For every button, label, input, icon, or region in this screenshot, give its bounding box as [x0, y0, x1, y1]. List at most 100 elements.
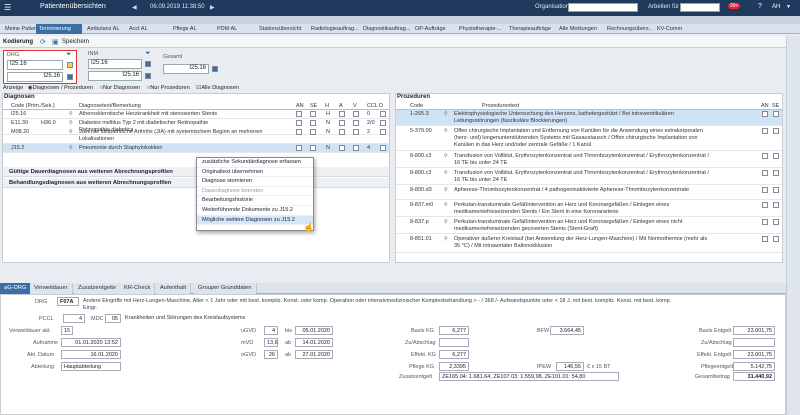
- user-avatar[interactable]: AH: [772, 4, 780, 10]
- search-icon[interactable]: ⚲: [444, 187, 448, 193]
- ab2-value[interactable]: 27.01.2020: [295, 350, 333, 359]
- tab-9[interactable]: OP-Aufträge: [412, 24, 454, 34]
- basis-kg-value[interactable]: 6,277: [439, 326, 469, 335]
- context-menu-item[interactable]: Diagnose stornieren: [197, 177, 313, 187]
- bottom-tab-3[interactable]: KR-Check: [120, 283, 156, 294]
- tab-6[interactable]: Stationsübersicht: [256, 24, 306, 34]
- diag-checkbox[interactable]: [353, 145, 359, 151]
- refresh-icon[interactable]: ⟳: [40, 38, 46, 46]
- search-icon[interactable]: ⚲: [444, 170, 448, 176]
- inm-value-1[interactable]: I25.16: [88, 59, 142, 69]
- diag-checkbox[interactable]: [310, 111, 316, 117]
- diag-checkbox[interactable]: [296, 129, 302, 135]
- proc-an-checkbox[interactable]: [762, 202, 768, 208]
- gesamt-check[interactable]: [212, 66, 218, 72]
- proc-an-checkbox[interactable]: [762, 111, 768, 117]
- tab-11[interactable]: Therapieaufträge: [506, 24, 554, 34]
- bottom-tab-1[interactable]: Verweildauer: [30, 283, 73, 294]
- table-row[interactable]: 5-379.00 ⚲ Offen chirurgische Implantation…: [396, 127, 782, 151]
- org-select[interactable]: [568, 3, 638, 12]
- table-row[interactable]: I25.16 ⚲ Atherosklerotische Herzkrankheit …: [3, 110, 389, 119]
- user-menu-icon[interactable]: ▼: [786, 4, 791, 10]
- diag-checkbox[interactable]: [339, 129, 345, 135]
- bottom-tab-4[interactable]: Aufenthalt: [156, 283, 192, 294]
- pccl-value[interactable]: 4: [63, 314, 85, 323]
- search-icon[interactable]: ⚲: [444, 236, 448, 242]
- proc-an-checkbox[interactable]: [762, 236, 768, 242]
- diag-d-checkbox[interactable]: [380, 129, 386, 135]
- tab-7[interactable]: Radiologieauftrag...: [308, 24, 358, 34]
- diag-checkbox[interactable]: [296, 111, 302, 117]
- save-button[interactable]: Speichern: [62, 39, 89, 45]
- effekt-kg-value[interactable]: 6,277: [439, 350, 469, 359]
- verweil-value[interactable]: 15: [61, 326, 73, 335]
- context-menu-item[interactable]: Bearbeitungshistorie: [197, 196, 313, 206]
- table-row[interactable]: 8-837.m0 ⚲ Perkutan-transluminale Gefäßint…: [396, 201, 782, 217]
- search-icon[interactable]: ⚲: [444, 219, 448, 225]
- gesamt-value[interactable]: 31.440,92: [733, 372, 775, 381]
- diag-checkbox[interactable]: [353, 120, 359, 126]
- menu-icon[interactable]: ☰: [4, 3, 11, 12]
- tab-4[interactable]: Pflege AL: [170, 24, 212, 34]
- mdc-value[interactable]: 05: [105, 314, 121, 323]
- filter-icon[interactable]: ⏷: [145, 50, 151, 58]
- inm-check-2[interactable]: [145, 73, 151, 79]
- pflege-entgelt-value[interactable]: 5.142,75: [733, 362, 775, 371]
- proc-se-checkbox[interactable]: [773, 202, 779, 208]
- table-row[interactable]: 8-800.c3 ⚲ Transfusion von Vollblut, Eryth…: [396, 169, 782, 185]
- diag-checkbox[interactable]: [339, 120, 345, 126]
- tab-5[interactable]: PDM AL: [214, 24, 254, 34]
- akt-datum-value[interactable]: 16.01.2020: [61, 350, 121, 359]
- drg-check-2[interactable]: [67, 74, 73, 80]
- drg-value-1[interactable]: I25.16: [7, 60, 63, 70]
- proc-se-checkbox[interactable]: [773, 170, 779, 176]
- drg-code[interactable]: F07A: [57, 297, 79, 306]
- save-icon[interactable]: ▣: [52, 38, 59, 46]
- context-menu-item[interactable]: Originaltext übernehmen: [197, 168, 313, 178]
- tab-2[interactable]: Ambulanz AL: [84, 24, 124, 34]
- table-row[interactable]: 8-837.p ⚲ Perkutan-transluminale Gefäßinte…: [396, 218, 782, 234]
- search-icon[interactable]: ⚲: [444, 128, 448, 134]
- drg-value-2[interactable]: I25.16: [7, 72, 63, 82]
- diag-checkbox[interactable]: [353, 129, 359, 135]
- diag-checkbox[interactable]: [310, 145, 316, 151]
- diag-checkbox[interactable]: [296, 120, 302, 126]
- bottom-tab-2[interactable]: Zusatzentgelte: [74, 283, 122, 294]
- proc-an-checkbox[interactable]: [762, 187, 768, 193]
- inm-check-1[interactable]: [145, 61, 151, 67]
- tab-14[interactable]: KV-Comm: [654, 24, 688, 34]
- ab-value[interactable]: 14.01.2020: [295, 338, 333, 347]
- ogvd-value[interactable]: 26: [264, 350, 278, 359]
- search-icon[interactable]: ⚲: [444, 202, 448, 208]
- bottom-tab-0[interactable]: aG-DRG: [0, 283, 32, 294]
- proc-an-checkbox[interactable]: [762, 153, 768, 159]
- context-menu-item[interactable]: Mögliche weitere Diagnosen zu J15.2: [197, 215, 313, 226]
- proc-an-checkbox[interactable]: [762, 128, 768, 134]
- tab-3[interactable]: Acct AL: [126, 24, 168, 34]
- drg-check-1[interactable]: [67, 62, 73, 68]
- gesamt-value[interactable]: I25.16: [163, 64, 209, 74]
- diag-checkbox[interactable]: [310, 120, 316, 126]
- context-menu-item[interactable]: Weiterführende Dokumente zu J15.2: [197, 206, 313, 216]
- zusatz-value[interactable]: ZE165.04: 1.681,64, ZE107.03: 1.559,98, …: [439, 372, 619, 381]
- table-row[interactable]: 8-800.d3 ⚲ Apherese-Thrombozytenkonzentrat…: [396, 186, 782, 200]
- search-icon[interactable]: ⚲: [69, 145, 73, 151]
- tab-13[interactable]: Rechnungsübers...: [604, 24, 652, 34]
- mvd-value[interactable]: 13,6: [264, 338, 278, 347]
- pflege-kg-value[interactable]: 2,3395: [439, 362, 469, 371]
- basis-entgelt-value[interactable]: 23.001,75: [733, 326, 775, 335]
- fpew-value[interactable]: 146,55: [556, 362, 584, 371]
- proc-se-checkbox[interactable]: [773, 187, 779, 193]
- proc-se-checkbox[interactable]: [773, 153, 779, 159]
- search-icon[interactable]: ⚲: [444, 111, 448, 117]
- next-arrow-icon[interactable]: ▶: [210, 4, 215, 11]
- diag-d-checkbox[interactable]: [380, 145, 386, 151]
- tab-0[interactable]: Meine Patienten: [2, 24, 36, 34]
- proc-an-checkbox[interactable]: [762, 170, 768, 176]
- proc-se-checkbox[interactable]: [773, 219, 779, 225]
- bfw-value[interactable]: 3.664,45: [550, 326, 584, 335]
- aufnahme-value[interactable]: 01.01.2020 13:52: [61, 338, 121, 347]
- diag-checkbox[interactable]: [310, 129, 316, 135]
- zu-kg-value[interactable]: [439, 338, 469, 347]
- context-menu-item[interactable]: Dauerdiagnose beenden: [197, 187, 313, 197]
